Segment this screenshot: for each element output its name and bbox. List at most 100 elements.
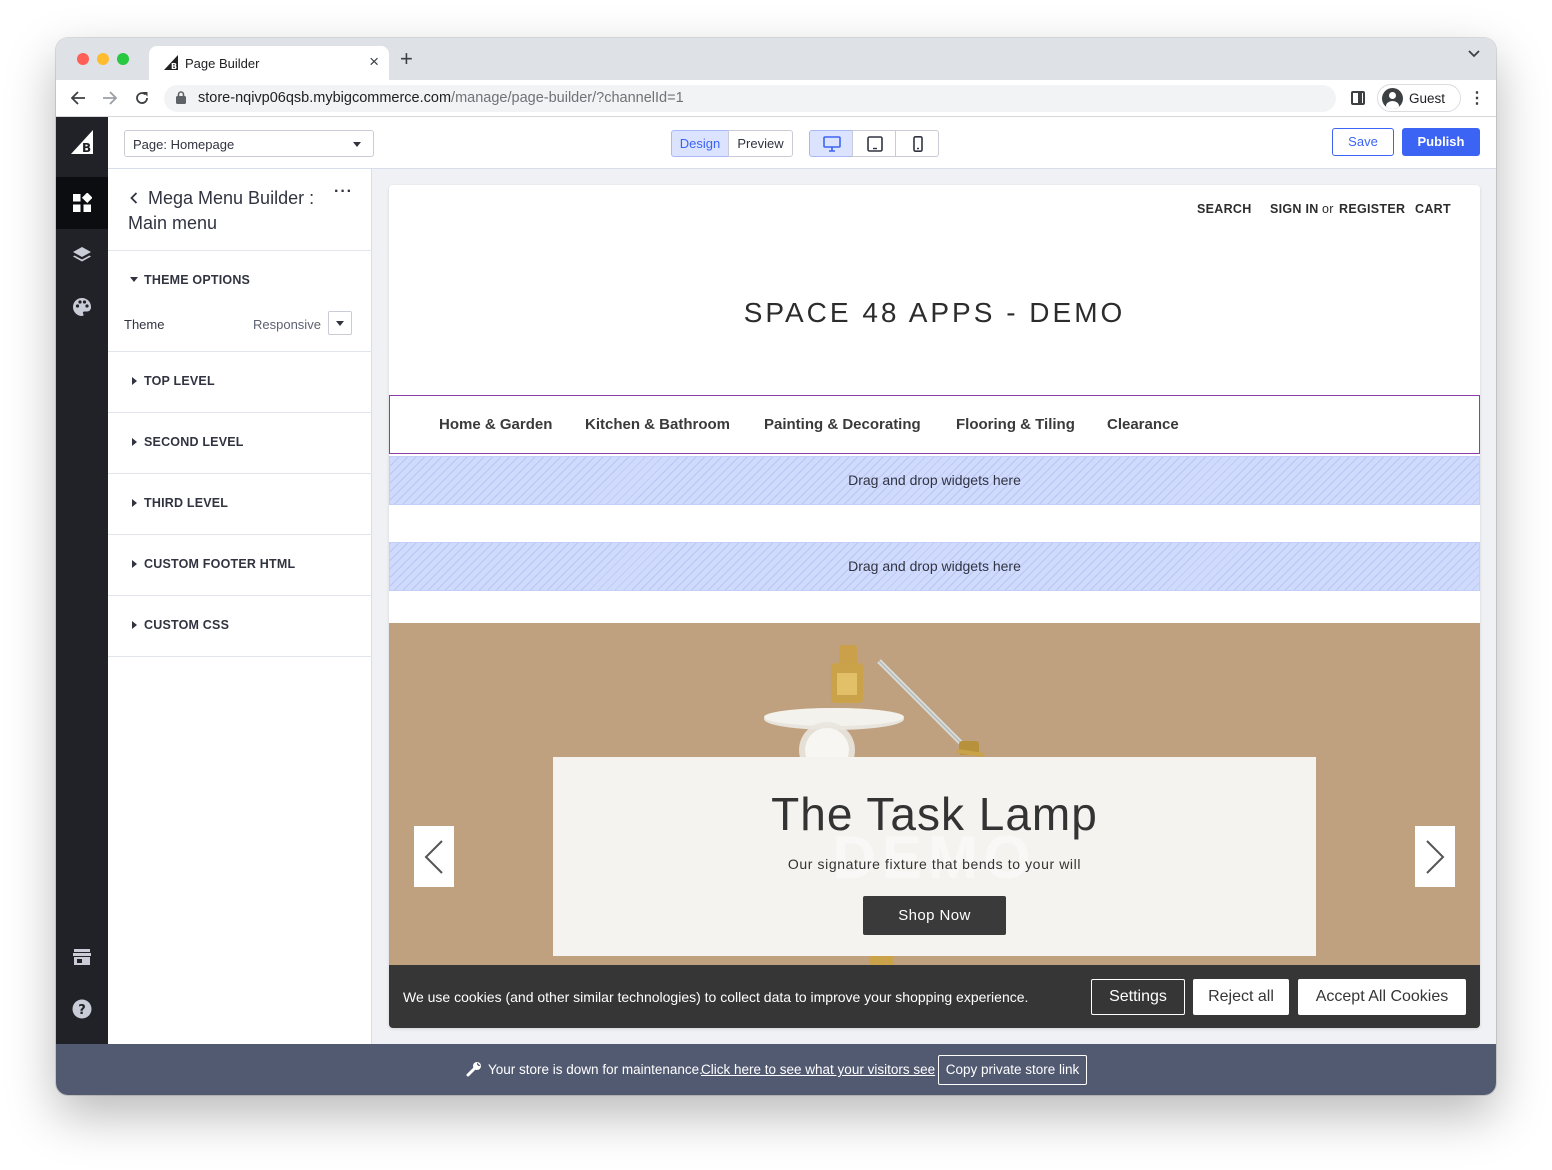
cookie-banner: We use cookies (and other similar techno…	[389, 965, 1480, 1028]
save-button[interactable]: Save	[1332, 128, 1394, 156]
storefront-icon	[73, 949, 91, 965]
store-logo-title[interactable]: SPACE 48 APPS - DEMO	[389, 297, 1480, 329]
menu-item-flooring-tiling[interactable]: Flooring & Tiling	[956, 416, 1075, 433]
cookie-accept-button[interactable]: Accept All Cookies	[1298, 979, 1466, 1015]
side-panel-icon[interactable]	[1351, 91, 1365, 105]
left-rail: B ?	[56, 117, 108, 1044]
caret-down-icon[interactable]	[130, 277, 138, 282]
copy-private-link-button[interactable]: Copy private store link	[938, 1055, 1087, 1085]
page-select-value: Page: Homepage	[133, 137, 235, 152]
hero-subtitle: Our signature fixture that bends to your…	[787, 856, 1082, 872]
desktop-icon	[823, 136, 841, 152]
profile-button[interactable]: Guest	[1377, 84, 1461, 112]
more-options-icon[interactable]: ···	[334, 183, 353, 201]
cookie-settings-button[interactable]: Settings	[1091, 979, 1185, 1015]
section-third-level[interactable]: THIRD LEVEL	[108, 474, 372, 535]
new-tab-icon[interactable]: +	[400, 46, 413, 72]
carousel-next-button[interactable]	[1415, 826, 1455, 887]
menu-item-home-garden[interactable]: Home & Garden	[439, 416, 552, 433]
browser-window: B Page Builder × + store-nqivp06qsb.mybi…	[56, 38, 1496, 1095]
tab-search-chevron-icon[interactable]	[1468, 50, 1480, 58]
caret-right-icon	[132, 499, 137, 507]
widgets-icon	[73, 193, 92, 212]
visitor-view-link[interactable]: Click here to see what your visitors see	[701, 1062, 935, 1077]
widget-dropzone[interactable]: Drag and drop widgets here	[389, 542, 1480, 591]
browser-tab-page-builder[interactable]: B Page Builder ×	[149, 46, 389, 80]
browser-menu-icon[interactable]: ⋮	[1469, 88, 1485, 108]
store-cart-link[interactable]: CART	[1415, 202, 1451, 216]
widget-dropzone[interactable]: Drag and drop widgets here	[389, 456, 1480, 505]
tab-close-icon[interactable]: ×	[369, 52, 379, 72]
page-select[interactable]: Page: Homepage	[124, 130, 374, 157]
tab-title: Page Builder	[185, 56, 260, 71]
preview-mode-button[interactable]: Preview	[728, 130, 793, 157]
section-custom-footer-html[interactable]: CUSTOM FOOTER HTML	[108, 535, 372, 596]
device-desktop-button[interactable]	[809, 130, 853, 157]
store-search-link[interactable]: SEARCH	[1197, 202, 1252, 216]
device-tablet-button[interactable]	[852, 130, 896, 157]
builder-toolbar: Page: Homepage Design Preview Save Publi…	[108, 117, 1496, 169]
page-builder-app: B ? Page: Homepage Design Preview Save P…	[56, 117, 1496, 1044]
panel-title: Mega Menu Builder : Main menu	[128, 188, 315, 233]
menu-item-kitchen-bathroom[interactable]: Kitchen & Bathroom	[585, 416, 730, 433]
tab-strip: B Page Builder × +	[56, 38, 1496, 80]
theme-dropdown[interactable]	[328, 311, 352, 335]
chevron-left-icon	[424, 840, 443, 874]
menu-item-painting-decorating[interactable]: Painting & Decorating	[764, 416, 921, 433]
profile-name: Guest	[1409, 91, 1446, 106]
section-label: TOP LEVEL	[144, 374, 215, 388]
store-register-link[interactable]: REGISTER	[1339, 202, 1405, 216]
caret-right-icon	[132, 438, 137, 446]
storefront-preview: SEARCH SIGN IN or REGISTER CART SPACE 48…	[389, 185, 1480, 1028]
rail-help[interactable]: ?	[56, 983, 108, 1035]
mega-menu-widget[interactable]: Home & Garden Kitchen & Bathroom Paintin…	[389, 395, 1480, 454]
section-theme-options: THEME OPTIONS Theme Responsive	[108, 251, 372, 352]
bigcommerce-logo-icon: B	[164, 55, 178, 71]
section-label[interactable]: THEME OPTIONS	[144, 273, 250, 287]
window-zoom-button[interactable]	[117, 53, 129, 65]
menu-item-clearance[interactable]: Clearance	[1107, 416, 1179, 433]
store-or-text: or	[1322, 202, 1334, 216]
caret-right-icon	[132, 377, 137, 385]
maintenance-message: Your store is down for maintenance.	[488, 1062, 703, 1077]
section-second-level[interactable]: SECOND LEVEL	[108, 413, 372, 474]
svg-text:?: ?	[78, 1003, 86, 1018]
wrench-icon	[466, 1062, 481, 1077]
cookie-reject-button[interactable]: Reject all	[1193, 979, 1289, 1015]
address-bar: store-nqivp06qsb.mybigcommerce.com/manag…	[56, 80, 1496, 117]
lock-icon	[176, 91, 186, 104]
device-mobile-button[interactable]	[895, 130, 939, 157]
rail-storefront[interactable]	[56, 931, 108, 983]
layers-icon	[73, 247, 91, 262]
reload-icon[interactable]	[134, 90, 150, 106]
rail-layers[interactable]	[56, 229, 108, 281]
carousel-prev-button[interactable]	[414, 826, 454, 887]
hero-content-card: DEMO The Task Lamp Our signature fixture…	[553, 757, 1316, 956]
section-label: CUSTOM CSS	[144, 618, 230, 632]
theme-value: Responsive	[253, 317, 321, 332]
rail-theme-styles[interactable]	[56, 281, 108, 333]
design-mode-button[interactable]: Design	[671, 130, 729, 157]
publish-button[interactable]: Publish	[1402, 128, 1480, 156]
url-field[interactable]: store-nqivp06qsb.mybigcommerce.com/manag…	[164, 85, 1336, 112]
section-top-level[interactable]: TOP LEVEL	[108, 352, 372, 413]
back-arrow-icon[interactable]	[70, 90, 86, 106]
preview-canvas: SEARCH SIGN IN or REGISTER CART SPACE 48…	[372, 169, 1496, 1044]
section-custom-css[interactable]: CUSTOM CSS	[108, 596, 372, 657]
caret-right-icon	[132, 621, 137, 629]
mobile-icon	[913, 136, 923, 152]
hero-title: The Task Lamp	[771, 788, 1098, 840]
window-close-button[interactable]	[77, 53, 89, 65]
tablet-icon	[867, 136, 883, 152]
palette-icon	[73, 298, 92, 316]
store-sign-in-link[interactable]: SIGN IN	[1270, 202, 1319, 216]
help-icon: ?	[72, 999, 92, 1019]
panel-header: Mega Menu Builder : Main menu ···	[108, 169, 372, 251]
caret-right-icon	[132, 560, 137, 568]
svg-text:B: B	[171, 62, 177, 71]
window-minimize-button[interactable]	[97, 53, 109, 65]
forward-arrow-icon[interactable]	[102, 90, 118, 106]
shop-now-button[interactable]: Shop Now	[863, 896, 1006, 935]
cookie-message: We use cookies (and other similar techno…	[403, 989, 1029, 1005]
rail-widgets[interactable]	[56, 177, 108, 229]
